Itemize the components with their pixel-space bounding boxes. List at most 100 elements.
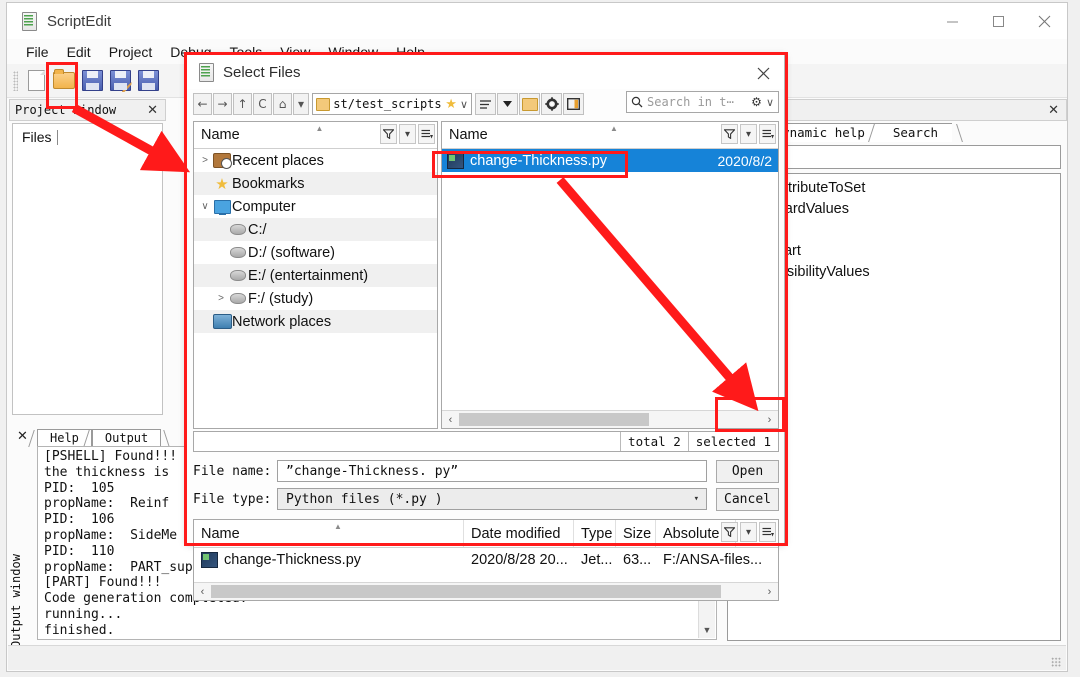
forward-button[interactable]: →: [213, 93, 232, 115]
python-file-icon: [447, 152, 464, 169]
places-tree-item-label: Computer: [232, 198, 296, 215]
detail-scroll-thumb[interactable]: [211, 585, 721, 598]
files-scroll-left-icon[interactable]: ‹: [442, 414, 459, 426]
tab-output[interactable]: Output: [91, 429, 162, 447]
output-tabstrip: Help Output: [37, 428, 162, 447]
maximize-button[interactable]: [975, 3, 1021, 39]
path-input[interactable]: st/test_scripts/ ★ ∨: [312, 93, 472, 115]
detail-scroll-left-icon[interactable]: ‹: [194, 586, 211, 598]
file-type-select[interactable]: Python files (*.py ) ▾: [277, 488, 707, 510]
dialog-app-icon: [198, 63, 214, 82]
close-button[interactable]: [1021, 3, 1067, 39]
scroll-down-icon[interactable]: ▼: [699, 622, 715, 638]
detail-filter-icon[interactable]: [721, 522, 738, 542]
files-filter-dropdown-icon[interactable]: ▾: [740, 124, 757, 144]
files-horizontal-scrollbar[interactable]: ‹ ›: [442, 410, 778, 428]
places-tree-item-label: D:/ (software): [248, 244, 336, 261]
home-button[interactable]: ⌂: [273, 93, 292, 115]
detail-cell-name: change-Thickness.py: [224, 552, 362, 568]
output-window-side-label: Output window: [9, 554, 23, 648]
output-window-close-icon[interactable]: ✕: [17, 428, 28, 444]
places-tree-item[interactable]: E:/ (entertainment): [194, 264, 437, 287]
detail-columns-icon[interactable]: [759, 522, 776, 542]
toolbar-grip[interactable]: [13, 70, 18, 91]
places-tree[interactable]: > Recent places ★ Bookmarks ∨ Computer C:/ D:/ …: [194, 149, 437, 428]
menu-project[interactable]: Project: [100, 42, 162, 62]
search-gear-icon[interactable]: ⚙: [751, 95, 762, 109]
view-list-button[interactable]: [475, 93, 496, 115]
settings-button[interactable]: [541, 93, 562, 115]
places-tree-item[interactable]: ∨ Computer: [194, 195, 437, 218]
detail-col-name[interactable]: Name: [194, 520, 464, 547]
new-folder-icon: [521, 97, 538, 111]
detail-scroll-right-icon[interactable]: ›: [761, 586, 778, 598]
dialog-close-button[interactable]: [752, 62, 774, 84]
dialog-search-input[interactable]: Search in t⋯ ⚙ ∨: [626, 91, 779, 113]
detail-col-size[interactable]: Size: [616, 520, 656, 547]
detail-col-type[interactable]: Type: [574, 520, 616, 547]
select-files-dialog: Select Files ← → ↑ C ⌂ ▾ st/test_scripts…: [186, 54, 785, 601]
files-columns-icon[interactable]: [759, 124, 776, 144]
expander-icon[interactable]: >: [198, 155, 212, 166]
places-tree-item[interactable]: D:/ (software): [194, 241, 437, 264]
files-scroll-right-icon[interactable]: ›: [761, 414, 778, 426]
expander-icon[interactable]: ∨: [198, 201, 212, 212]
expander-icon[interactable]: >: [214, 293, 228, 304]
menu-edit[interactable]: Edit: [58, 42, 100, 62]
detail-horizontal-scrollbar[interactable]: ‹ ›: [194, 582, 778, 600]
save-as-button[interactable]: [107, 68, 133, 94]
path-value: st/test_scripts/: [333, 97, 443, 111]
back-button[interactable]: ←: [193, 93, 212, 115]
detail-col-date[interactable]: Date modified: [464, 520, 574, 547]
filter-icon[interactable]: [380, 124, 397, 144]
places-name-column-header[interactable]: Name: [201, 127, 240, 143]
places-tree-item[interactable]: C:/: [194, 218, 437, 241]
tab-search[interactable]: Search: [878, 123, 952, 142]
file-row-selected[interactable]: change-Thickness.py 2020/8/2: [442, 149, 778, 172]
files-name-column-header[interactable]: Name: [449, 127, 488, 143]
new-folder-button[interactable]: [519, 93, 540, 115]
places-tree-item-label: E:/ (entertainment): [248, 267, 369, 284]
resize-grip-icon[interactable]: [1051, 657, 1061, 667]
home-dropdown-icon[interactable]: ▾: [293, 93, 309, 115]
places-tree-item[interactable]: > Recent places: [194, 149, 437, 172]
menu-file[interactable]: File: [17, 42, 58, 62]
filter-dropdown-icon[interactable]: ▾: [399, 124, 416, 144]
files-scroll-thumb[interactable]: [459, 413, 649, 426]
save-all-button[interactable]: [135, 68, 161, 94]
minimize-button[interactable]: [929, 3, 975, 39]
places-tree-item[interactable]: Network places: [194, 310, 437, 333]
split-view-button[interactable]: [563, 93, 584, 115]
new-file-button[interactable]: [23, 68, 49, 94]
star-icon: ★: [215, 175, 229, 193]
detail-filter-dropdown-icon[interactable]: ▾: [740, 522, 757, 542]
view-dropdown-button[interactable]: [497, 93, 518, 115]
file-name-input[interactable]: ”change-Thickness. py”: [277, 460, 707, 482]
open-button[interactable]: Open: [716, 459, 779, 483]
file-name-row: File name: ”change-Thickness. py” Open: [193, 459, 779, 483]
columns-icon[interactable]: [418, 124, 435, 144]
file-type-value: Python files (*.py ): [286, 491, 443, 507]
search-dropdown-icon[interactable]: ∨: [766, 96, 774, 109]
open-folder-icon: [53, 69, 75, 89]
computer-icon: [213, 199, 231, 215]
project-files-tree[interactable]: Files: [12, 123, 163, 415]
open-folder-button[interactable]: [51, 68, 77, 94]
places-tree-item[interactable]: ★ Bookmarks: [194, 172, 437, 195]
files-list[interactable]: change-Thickness.py 2020/8/2: [442, 149, 778, 410]
files-header-buttons: ▾: [721, 124, 776, 144]
project-window-caption: Project window ✕: [9, 99, 166, 121]
path-dropdown-icon[interactable]: ∨: [460, 98, 468, 111]
save-button[interactable]: [79, 68, 105, 94]
star-icon[interactable]: ★: [445, 96, 457, 112]
places-tree-item[interactable]: > F:/ (study): [194, 287, 437, 310]
project-window-close-icon[interactable]: ✕: [147, 102, 158, 118]
file-type-dropdown-icon[interactable]: ▾: [694, 494, 699, 504]
reload-button[interactable]: C: [253, 93, 272, 115]
sort-ascending-icon: ▲: [315, 124, 324, 133]
up-button[interactable]: ↑: [233, 93, 252, 115]
files-filter-icon[interactable]: [721, 124, 738, 144]
detail-table-row[interactable]: change-Thickness.py 2020/8/28 20... Jet.…: [194, 548, 778, 572]
api-list-close-icon[interactable]: ✕: [1048, 102, 1059, 118]
cancel-button[interactable]: Cancel: [716, 487, 779, 511]
